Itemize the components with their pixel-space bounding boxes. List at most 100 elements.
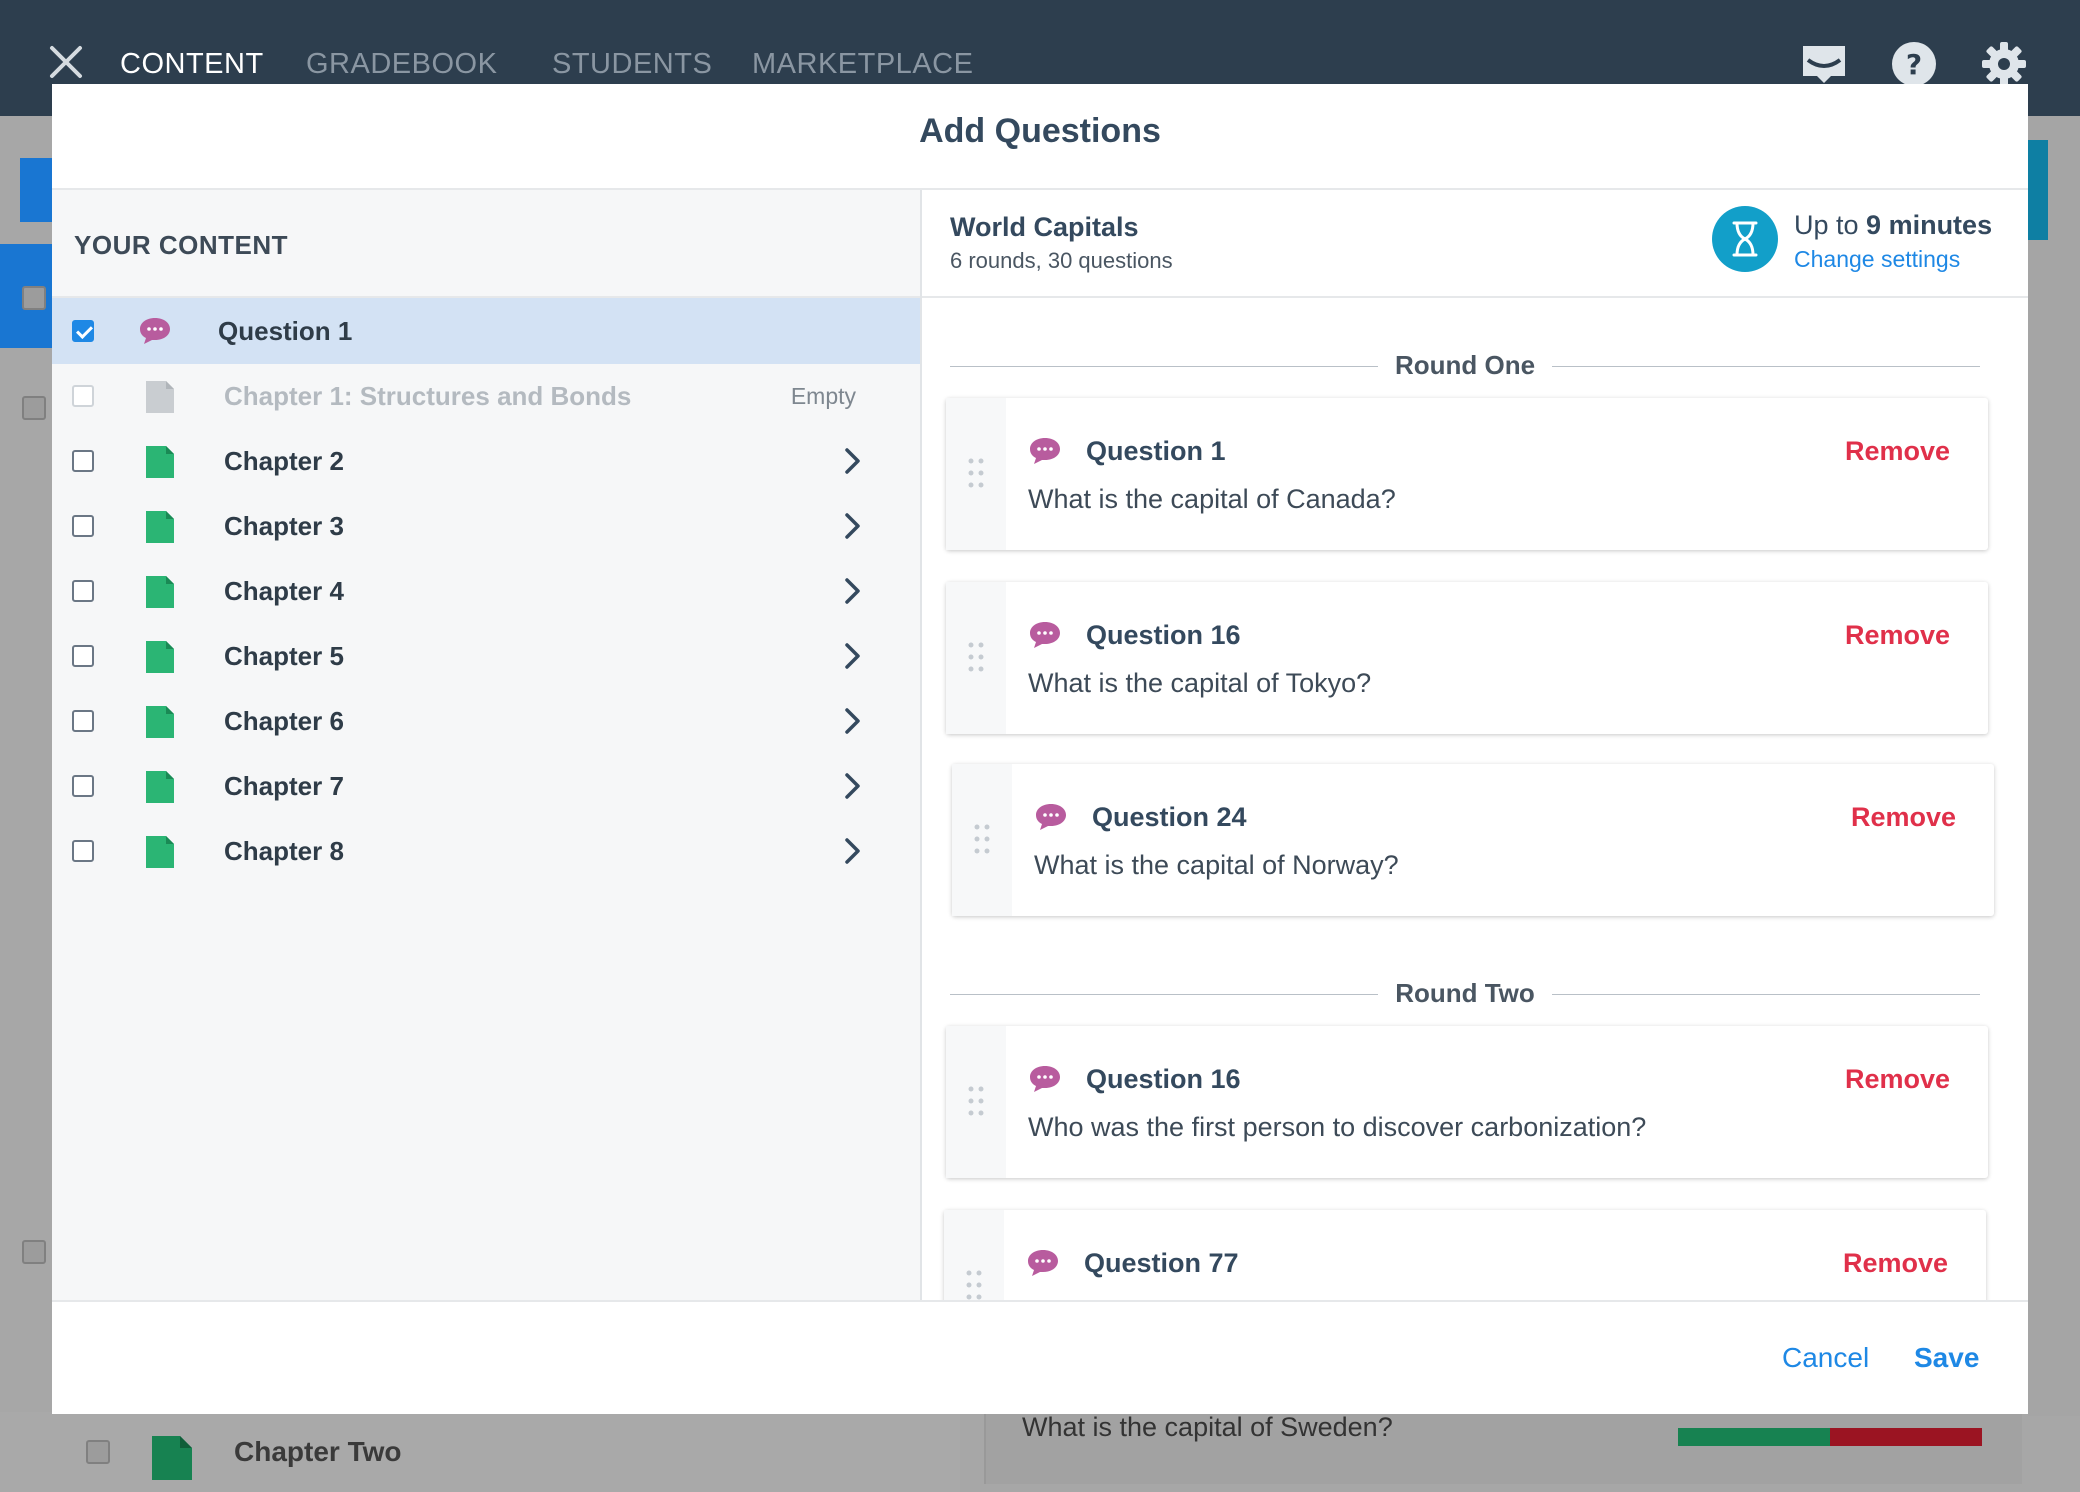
- drag-handle-icon[interactable]: [946, 582, 1006, 734]
- help-icon[interactable]: ?: [1890, 40, 1938, 88]
- chevron-right-icon[interactable]: [842, 446, 864, 476]
- row-checkbox[interactable]: [72, 775, 94, 797]
- question-title: Question 24: [1092, 802, 1247, 832]
- question-card[interactable]: Question 1 What is the capital of Canada?…: [946, 398, 1988, 550]
- row-label: Chapter 1: Structures and Bonds: [224, 381, 632, 411]
- question-text: What is the capital of Canada?: [1028, 484, 1396, 514]
- question-text: What is the capital of Tokyo?: [1028, 668, 1372, 698]
- nav-students[interactable]: STUDENTS: [552, 44, 712, 84]
- document-icon: [144, 379, 176, 415]
- quiz-subtitle: 6 rounds, 30 questions: [950, 248, 1173, 273]
- background-checkbox: [86, 1440, 110, 1464]
- round-title: Round Two: [1395, 978, 1535, 1008]
- quiz-title: World Capitals: [950, 212, 1139, 242]
- background-checkbox: [22, 396, 46, 420]
- your-content-header: YOUR CONTENT: [52, 190, 920, 298]
- nav-content[interactable]: CONTENT: [120, 44, 264, 84]
- content-row-chapter[interactable]: Chapter 7: [52, 753, 920, 819]
- speech-bubble-icon: [1034, 802, 1068, 832]
- add-questions-modal: Add Questions YOUR CONTENT Question 1 Cha…: [52, 84, 2028, 1414]
- document-icon: [152, 1436, 192, 1480]
- content-row-question[interactable]: Question 1: [52, 298, 920, 364]
- round-divider: Round Two: [950, 974, 1980, 1014]
- document-icon: [144, 639, 176, 675]
- close-icon[interactable]: [46, 42, 86, 82]
- content-row-chapter: Chapter 1: Structures and Bonds Empty: [52, 363, 920, 429]
- question-card[interactable]: Question 77 Remove: [944, 1210, 1986, 1300]
- chevron-right-icon[interactable]: [842, 706, 864, 736]
- nav-marketplace[interactable]: MARKETPLACE: [752, 44, 973, 84]
- nav-gradebook[interactable]: GRADEBOOK: [306, 44, 497, 84]
- your-content-label: YOUR CONTENT: [74, 230, 288, 260]
- content-row-chapter[interactable]: Chapter 5: [52, 623, 920, 689]
- row-checkbox[interactable]: [72, 450, 94, 472]
- chevron-right-icon[interactable]: [842, 576, 864, 606]
- chevron-right-icon[interactable]: [842, 836, 864, 866]
- speech-bubble-icon: [1028, 436, 1062, 466]
- incorrect-bar: [1830, 1428, 1982, 1446]
- row-checkbox: [72, 385, 94, 407]
- remove-button[interactable]: Remove: [1845, 620, 1950, 651]
- row-checkbox[interactable]: [72, 710, 94, 732]
- timer-prefix: Up to: [1794, 210, 1867, 240]
- quiz-header: World Capitals 6 rounds, 30 questions Up…: [922, 190, 2028, 298]
- document-icon: [144, 834, 176, 870]
- row-label: Chapter 6: [224, 706, 344, 736]
- drag-handle-icon[interactable]: [944, 1210, 1004, 1300]
- question-card[interactable]: Question 16 Who was the first person to d…: [946, 1026, 1988, 1178]
- content-row-chapter[interactable]: Chapter 8: [52, 818, 920, 884]
- row-checkbox[interactable]: [72, 840, 94, 862]
- gear-icon[interactable]: [1980, 40, 2028, 88]
- chevron-right-icon[interactable]: [842, 511, 864, 541]
- row-checkbox[interactable]: [72, 320, 94, 342]
- background-right-panel: [2028, 116, 2080, 1416]
- drag-handle-icon[interactable]: [946, 1026, 1006, 1178]
- speech-bubble-icon: [1028, 620, 1062, 650]
- drag-handle-icon[interactable]: [952, 764, 1012, 916]
- save-button[interactable]: Save: [1914, 1342, 1979, 1374]
- document-icon: [144, 769, 176, 805]
- modal-footer: Cancel Save: [52, 1300, 2028, 1414]
- row-label: Chapter 2: [224, 446, 344, 476]
- question-title: Question 77: [1084, 1248, 1239, 1278]
- remove-button[interactable]: Remove: [1845, 1064, 1950, 1095]
- chevron-right-icon[interactable]: [842, 771, 864, 801]
- round-divider: Round One: [950, 346, 1980, 386]
- row-label: Chapter 5: [224, 641, 344, 671]
- speech-bubble-icon: [1028, 1064, 1062, 1094]
- question-card[interactable]: Question 16 What is the capital of Tokyo?…: [946, 582, 1988, 734]
- inbox-icon[interactable]: [1800, 40, 1848, 88]
- background-chapter-label: Chapter Two: [234, 1436, 402, 1467]
- document-icon: [144, 704, 176, 740]
- remove-button[interactable]: Remove: [1845, 436, 1950, 467]
- remove-button[interactable]: Remove: [1851, 802, 1956, 833]
- quiz-panel: World Capitals 6 rounds, 30 questions Up…: [922, 190, 2028, 1300]
- row-checkbox[interactable]: [72, 515, 94, 537]
- speech-bubble-icon: [1026, 1248, 1060, 1278]
- background-checkbox: [22, 1240, 46, 1264]
- question-card[interactable]: Question 24 What is the capital of Norway…: [952, 764, 1994, 916]
- timer-badge: [1712, 206, 1778, 272]
- cancel-button[interactable]: Cancel: [1782, 1342, 1869, 1374]
- question-text: Who was the first person to discover car…: [1028, 1112, 1647, 1142]
- svg-text:?: ?: [1906, 48, 1922, 81]
- content-row-chapter[interactable]: Chapter 4: [52, 558, 920, 624]
- content-row-chapter[interactable]: Chapter 6: [52, 688, 920, 754]
- correct-bar: [1678, 1428, 1830, 1446]
- chevron-right-icon[interactable]: [842, 641, 864, 671]
- background-accent: [2028, 140, 2048, 240]
- document-icon: [144, 444, 176, 480]
- remove-button[interactable]: Remove: [1843, 1248, 1948, 1279]
- row-label: Chapter 4: [224, 576, 344, 606]
- row-checkbox[interactable]: [72, 580, 94, 602]
- empty-tag: Empty: [790, 383, 856, 409]
- background-checkbox: [22, 286, 46, 310]
- content-row-chapter[interactable]: Chapter 3: [52, 493, 920, 559]
- your-content-panel: YOUR CONTENT Question 1 Chapter 1: Struct…: [52, 190, 922, 1300]
- timer-text: Up to 9 minutes: [1794, 210, 1992, 241]
- row-checkbox[interactable]: [72, 645, 94, 667]
- content-row-chapter[interactable]: Chapter 2: [52, 428, 920, 494]
- question-title: Question 16: [1086, 1064, 1241, 1094]
- drag-handle-icon[interactable]: [946, 398, 1006, 550]
- change-settings-link[interactable]: Change settings: [1794, 246, 1960, 273]
